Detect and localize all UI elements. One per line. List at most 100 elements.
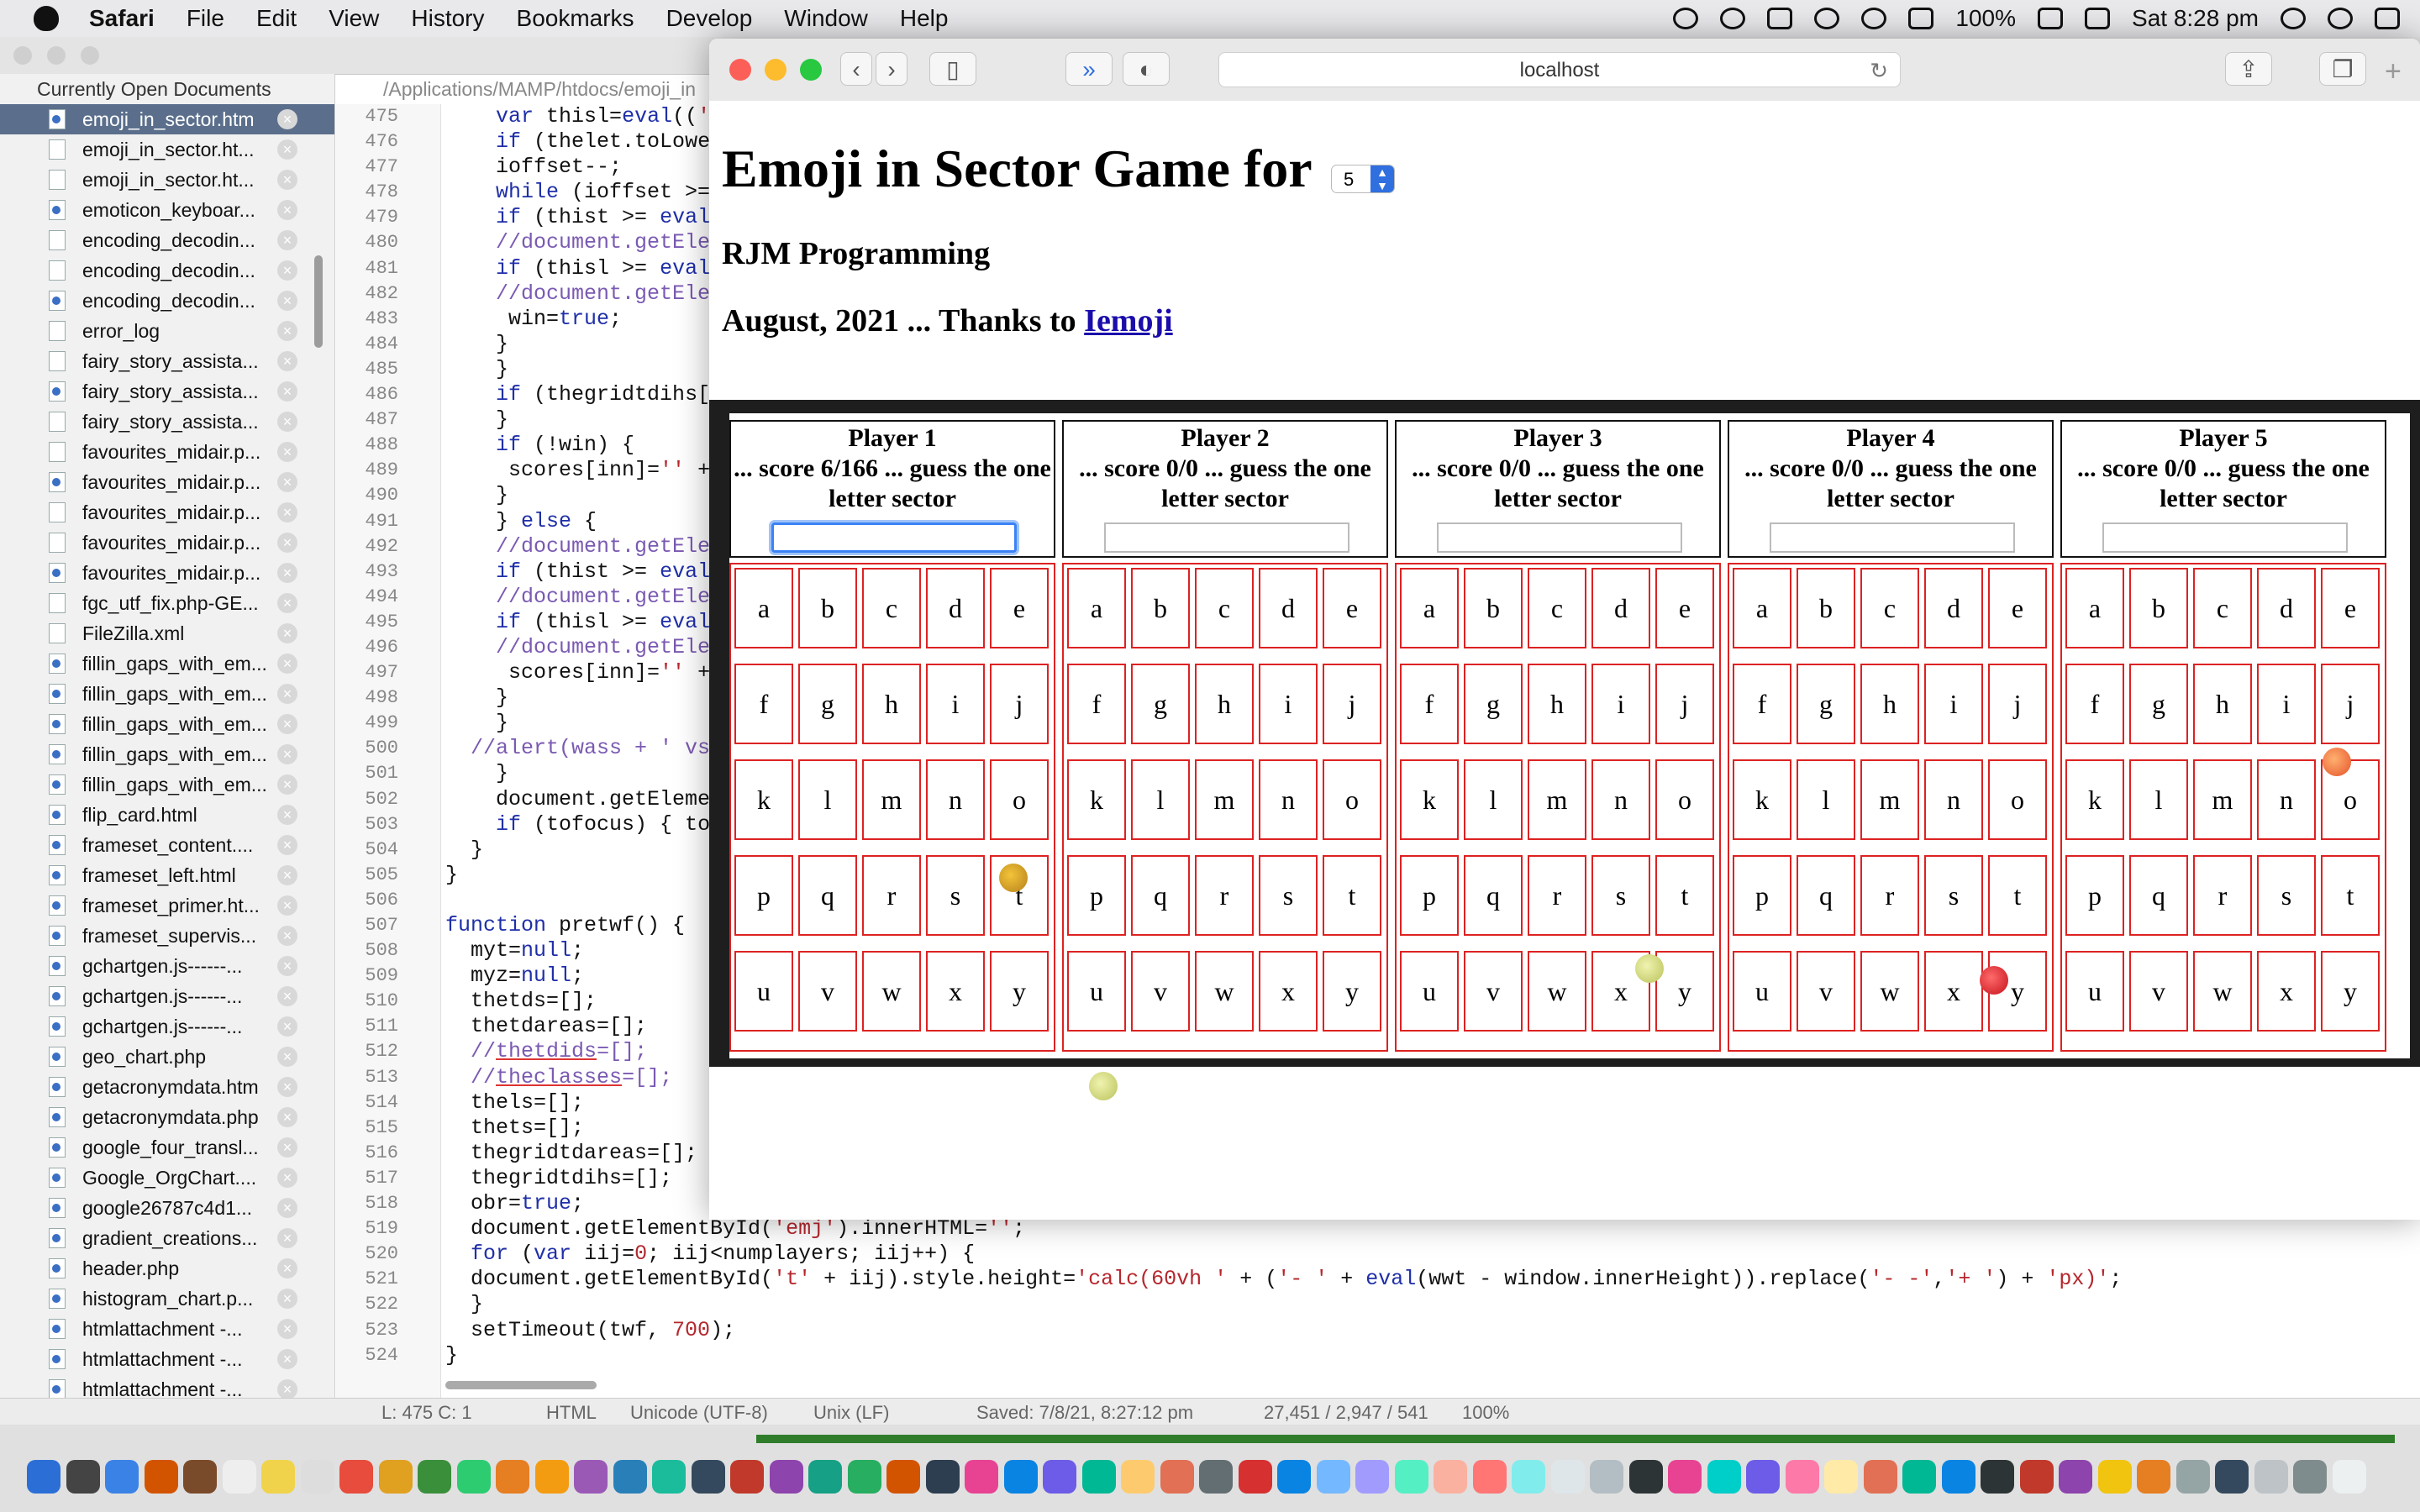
- file-list-item[interactable]: favourites_midair.p... ×: [0, 497, 334, 528]
- close-file-icon[interactable]: ×: [277, 412, 297, 432]
- dock-app-icon[interactable]: [1824, 1460, 1858, 1494]
- dock-app-icon[interactable]: [2059, 1460, 2092, 1494]
- file-list-item[interactable]: fillin_gaps_with_em... ×: [0, 679, 334, 709]
- dock-app-icon[interactable]: [1628, 1460, 1663, 1494]
- letter-cell-l[interactable]: l: [798, 759, 857, 840]
- dock-app-icon[interactable]: [2019, 1460, 2054, 1494]
- close-file-icon[interactable]: ×: [277, 1379, 297, 1399]
- file-list-item[interactable]: frameset_supervis... ×: [0, 921, 334, 951]
- letter-cell-u[interactable]: u: [1733, 951, 1791, 1032]
- melon-emoji[interactable]: [1089, 1072, 1118, 1100]
- letter-cell-s[interactable]: s: [926, 855, 985, 936]
- file-list-item[interactable]: fgc_utf_fix.php-GE... ×: [0, 588, 334, 618]
- letter-cell-o[interactable]: o: [1323, 759, 1381, 840]
- file-list-item[interactable]: gchartgen.js------... ×: [0, 951, 334, 981]
- editor-minimize-button[interactable]: [47, 46, 66, 65]
- letter-cell-p[interactable]: p: [1733, 855, 1791, 936]
- menu-clock[interactable]: Sat 8:28 pm: [2132, 5, 2259, 32]
- letter-cell-m[interactable]: m: [2193, 759, 2252, 840]
- letter-cell-d[interactable]: d: [1259, 568, 1318, 648]
- file-list-item[interactable]: htmlattachment -... ×: [0, 1344, 334, 1374]
- dock-app-icon[interactable]: [1981, 1460, 2014, 1494]
- letter-cell-m[interactable]: m: [1195, 759, 1254, 840]
- close-file-icon[interactable]: ×: [277, 351, 297, 371]
- dock-app-icon[interactable]: [105, 1460, 139, 1494]
- letter-cell-w[interactable]: w: [1528, 951, 1586, 1032]
- close-file-icon[interactable]: ×: [277, 1137, 297, 1158]
- file-list-item[interactable]: fillin_gaps_with_em... ×: [0, 648, 334, 679]
- dock-app-icon[interactable]: [1785, 1460, 1819, 1494]
- letter-cell-q[interactable]: q: [798, 855, 857, 936]
- dock-app-icon[interactable]: [1668, 1460, 1702, 1494]
- close-file-icon[interactable]: ×: [277, 563, 297, 583]
- siri-icon[interactable]: [2328, 8, 2353, 29]
- letter-cell-b[interactable]: b: [2129, 568, 2188, 648]
- spotlight-search-icon[interactable]: [2281, 8, 2306, 29]
- peach-emoji[interactable]: [2323, 748, 2351, 776]
- close-file-icon[interactable]: ×: [277, 1349, 297, 1369]
- letter-cell-k[interactable]: k: [734, 759, 793, 840]
- close-file-icon[interactable]: ×: [277, 1198, 297, 1218]
- file-list-item[interactable]: gchartgen.js------... ×: [0, 981, 334, 1011]
- zoom-level[interactable]: 100%: [1462, 1402, 1509, 1424]
- close-file-icon[interactable]: ×: [277, 1107, 297, 1127]
- letter-cell-b[interactable]: b: [1131, 568, 1190, 648]
- dock-app-icon[interactable]: [1472, 1460, 1507, 1494]
- players-select[interactable]: 5 ▲ ▼: [1331, 165, 1395, 193]
- menu-edit[interactable]: Edit: [256, 5, 297, 32]
- dock-app-icon[interactable]: [27, 1460, 60, 1494]
- letter-cell-n[interactable]: n: [1924, 759, 1983, 840]
- letter-cell-j[interactable]: j: [1655, 664, 1714, 744]
- file-list-item[interactable]: getacronymdata.php ×: [0, 1102, 334, 1132]
- menu-help[interactable]: Help: [900, 5, 949, 32]
- file-list-item[interactable]: google26787c4d1... ×: [0, 1193, 334, 1223]
- minimize-button[interactable]: [765, 59, 786, 81]
- dock-app-icon[interactable]: [222, 1460, 256, 1494]
- close-file-icon[interactable]: ×: [277, 1319, 297, 1339]
- dock-app-icon[interactable]: [378, 1460, 413, 1494]
- back-icon[interactable]: ‹: [840, 52, 872, 86]
- letter-cell-h[interactable]: h: [1528, 664, 1586, 744]
- notification-center-icon[interactable]: [2375, 8, 2400, 29]
- dock-app-icon[interactable]: [261, 1460, 295, 1494]
- letter-cell-d[interactable]: d: [926, 568, 985, 648]
- letter-cell-n[interactable]: n: [926, 759, 985, 840]
- letter-cell-c[interactable]: c: [1195, 568, 1254, 648]
- file-list-item[interactable]: flip_card.html ×: [0, 800, 334, 830]
- dock-app-icon[interactable]: [2293, 1460, 2327, 1494]
- close-file-icon[interactable]: ×: [277, 442, 297, 462]
- letter-cell-f[interactable]: f: [1733, 664, 1791, 744]
- malwarebytes-icon[interactable]: [1673, 8, 1699, 29]
- close-file-icon[interactable]: ×: [277, 291, 297, 311]
- letter-cell-d[interactable]: d: [1591, 568, 1650, 648]
- menu-file[interactable]: File: [187, 5, 224, 32]
- dock-app-icon[interactable]: [1316, 1460, 1350, 1494]
- close-file-icon[interactable]: ×: [277, 1077, 297, 1097]
- dock-app-icon[interactable]: [1590, 1460, 1623, 1494]
- dock-app-icon[interactable]: [339, 1460, 373, 1494]
- wifi-icon[interactable]: [1861, 8, 1887, 29]
- letter-cell-s[interactable]: s: [1924, 855, 1983, 936]
- letter-cell-e[interactable]: e: [1988, 568, 2047, 648]
- file-list-item[interactable]: fillin_gaps_with_em... ×: [0, 709, 334, 739]
- letter-cell-v[interactable]: v: [2129, 951, 2188, 1032]
- file-list-item[interactable]: encoding_decodin... ×: [0, 286, 334, 316]
- letter-cell-v[interactable]: v: [1797, 951, 1855, 1032]
- dock-app-icon[interactable]: [613, 1460, 647, 1494]
- letter-cell-f[interactable]: f: [1400, 664, 1459, 744]
- dock-app-icon[interactable]: [2215, 1460, 2249, 1494]
- letter-cell-a[interactable]: a: [1400, 568, 1459, 648]
- letter-cell-u[interactable]: u: [734, 951, 793, 1032]
- reload-icon[interactable]: ↻: [1870, 53, 1888, 88]
- dock-app-icon[interactable]: [2254, 1460, 2288, 1494]
- file-list-item[interactable]: histogram_chart.p... ×: [0, 1284, 334, 1314]
- letter-cell-i[interactable]: i: [1591, 664, 1650, 744]
- dock-app-icon[interactable]: [1355, 1460, 1389, 1494]
- letter-cell-i[interactable]: i: [926, 664, 985, 744]
- dock-app-icon[interactable]: [300, 1460, 334, 1494]
- dock-app-icon[interactable]: [808, 1460, 842, 1494]
- bluetooth-icon[interactable]: [1814, 8, 1840, 29]
- close-file-icon[interactable]: ×: [277, 139, 297, 160]
- letter-cell-r[interactable]: r: [862, 855, 921, 936]
- file-list-item[interactable]: gradient_creations... ×: [0, 1223, 334, 1253]
